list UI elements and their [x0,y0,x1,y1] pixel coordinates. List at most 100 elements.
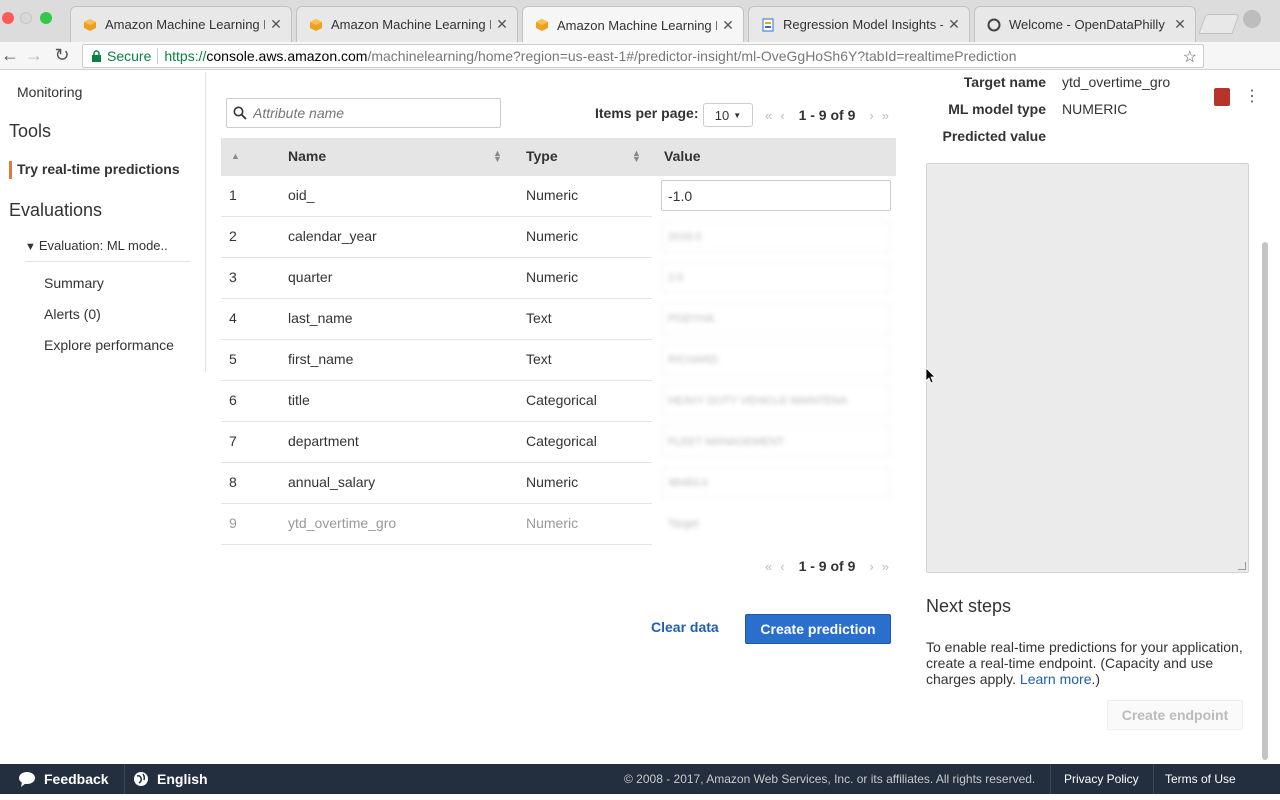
items-per-page-select[interactable]: 10 ▼ [703,103,753,127]
forward-arrow-icon[interactable]: → [24,45,44,65]
browser-tab-bar: Amazon Machine Learning Ma ✕ Amazon Mach… [0,0,1280,43]
next-steps-end: .) [1091,671,1101,687]
row-type: Numeric [526,515,579,531]
url-host: console.aws.amazon.com [206,48,368,64]
language-label: English [157,771,208,787]
sidebar-section-evaluations: Evaluations [9,200,103,220]
last-page-icon[interactable]: » [882,559,889,574]
value-input-department[interactable]: FLEET MANAGEMENT [661,426,891,457]
close-tab-icon[interactable]: ✕ [721,17,735,34]
reload-icon[interactable]: ↻ [52,45,72,65]
next-page-icon[interactable]: › [869,559,873,574]
first-page-icon[interactable]: « [765,108,772,123]
browser-menu-icon[interactable]: ⋮ [1244,88,1260,108]
tab-title: Welcome - OpenDataPhilly [1009,17,1165,32]
sort-asc-icon[interactable]: ▲ [231,152,240,161]
row-index: 9 [229,515,237,531]
clear-data-button[interactable]: Clear data [651,619,719,635]
value-input-quarter[interactable]: 2.0 [661,262,891,293]
page-scrollbar[interactable] [1262,242,1268,760]
window-zoom-button[interactable] [40,12,52,24]
row-name: calendar_year [288,228,377,244]
attribute-search [226,98,501,128]
close-tab-icon[interactable]: ✕ [947,16,961,33]
browser-tab-4[interactable]: Regression Model Insights - A ✕ [748,6,970,42]
next-steps-text: To enable real-time predictions for your… [926,639,1252,687]
close-tab-icon[interactable]: ✕ [495,16,509,33]
sidebar-item-explore-performance[interactable]: Explore performance [44,337,174,353]
resize-handle-icon[interactable] [1238,562,1246,570]
create-prediction-button[interactable]: Create prediction [745,614,891,644]
column-header-type[interactable]: Type [526,148,558,164]
last-page-icon[interactable]: » [882,108,889,123]
language-selector[interactable]: English [133,771,208,787]
feedback-label: Feedback [44,771,109,787]
sidebar-item-evaluation[interactable]: ▼ Evaluation: ML mode.. [25,238,190,262]
sidebar-item-try-realtime[interactable]: Try real-time predictions [9,161,180,179]
prediction-result-textarea[interactable] [926,163,1249,573]
value-input-title[interactable]: HEAVY DUTY VEHICLE MAINTENA [661,385,891,416]
table-row: 3 quarter Numeric [221,258,652,299]
table-row: 4 last_name Text [221,299,652,340]
privacy-policy-link[interactable]: Privacy Policy [1064,772,1139,786]
value-target-placeholder: Target [661,508,891,539]
model-type-value: NUMERIC [1062,101,1128,117]
window-close-button[interactable] [2,12,14,24]
sidebar-item-alerts[interactable]: Alerts (0) [44,306,101,322]
caret-down-icon: ▼ [733,110,742,120]
next-page-icon[interactable]: › [869,108,873,123]
attribute-table-header: ▲ Name ▲ ▼ Type ▲ ▼ Value [221,138,896,176]
aws-cube-icon [535,18,549,32]
table-row: 1 oid_ Numeric [221,176,652,217]
profile-icon[interactable] [1243,10,1261,28]
sidebar-section-tools: Tools [9,121,52,141]
feedback-button[interactable]: Feedback [18,771,109,787]
prev-page-icon[interactable]: ‹ [780,559,784,574]
new-tab-button[interactable] [1198,14,1240,34]
create-endpoint-button[interactable]: Create endpoint [1107,700,1243,730]
value-input-oid[interactable] [661,180,891,211]
predicted-value-label: Predicted value [942,128,1047,144]
row-index: 2 [229,228,237,244]
browser-tab-1[interactable]: Amazon Machine Learning Ma ✕ [70,6,292,42]
close-tab-icon[interactable]: ✕ [1173,16,1187,33]
browser-tab-5[interactable]: Welcome - OpenDataPhilly ✕ [974,6,1196,42]
lock-icon [91,49,103,63]
close-tab-icon[interactable]: ✕ [269,16,283,33]
url-scheme: https:// [164,48,207,64]
row-name: first_name [288,351,354,367]
sidebar-item-monitoring[interactable]: Monitoring [17,84,82,100]
sort-icon[interactable]: ▲ ▼ [632,149,641,164]
value-input-annual-salary[interactable]: 48483.0 [661,467,891,498]
browser-tab-2[interactable]: Amazon Machine Learning Ma ✕ [296,6,518,42]
value-input-calendar-year[interactable]: 2016.0 [661,221,891,252]
aws-cube-icon [309,18,323,32]
back-arrow-icon[interactable]: ← [0,45,20,65]
sidebar-item-summary[interactable]: Summary [44,275,104,291]
address-bar[interactable]: Secure https:// console.aws.amazon.com /… [82,44,1204,68]
browser-tab-3-active[interactable]: Amazon Machine Learning Ma ✕ [522,6,744,43]
prev-page-icon[interactable]: ‹ [780,108,784,123]
row-type: Numeric [526,228,579,244]
attribute-search-input[interactable] [253,105,493,121]
pdf-extension-icon[interactable] [1214,88,1230,106]
terms-of-use-link[interactable]: Terms of Use [1165,772,1236,786]
items-per-page-label: Items per page: [595,105,699,121]
sidebar: Monitoring Tools Try real-time predictio… [0,72,206,372]
sort-icon[interactable]: ▲ ▼ [493,149,502,164]
search-icon [233,106,247,120]
row-name: annual_salary [288,474,376,490]
value-input-first-name[interactable]: RICHARD [661,344,891,375]
value-input-last-name[interactable]: PODYHA [661,303,891,334]
bookmark-star-icon[interactable]: ☆ [1183,47,1197,67]
column-header-name[interactable]: Name [288,148,326,164]
window-minimize-button[interactable] [20,12,32,24]
row-index: 7 [229,433,237,449]
target-name-value: ytd_overtime_gro [1062,74,1171,90]
table-row: 5 first_name Text [221,340,652,381]
sheet-icon [761,18,775,32]
first-page-icon[interactable]: « [765,559,772,574]
row-type: Categorical [526,433,597,449]
learn-more-link[interactable]: Learn more [1020,671,1092,687]
row-name: oid_ [288,187,315,203]
